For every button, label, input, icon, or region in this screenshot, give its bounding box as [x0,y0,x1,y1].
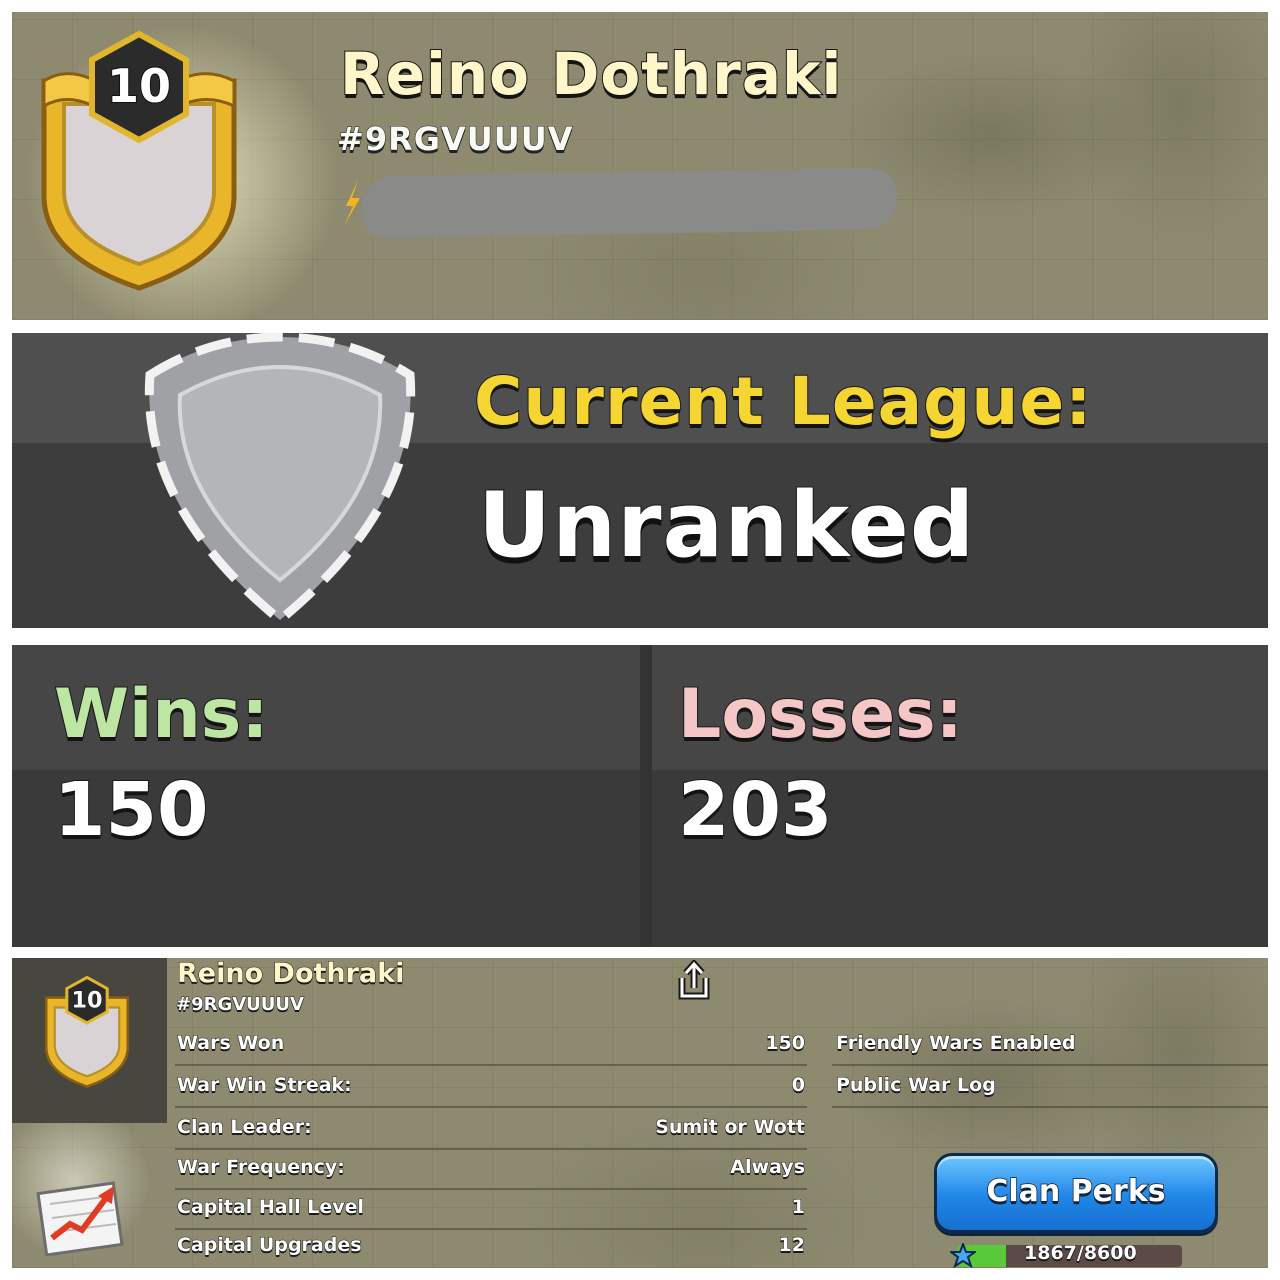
setting-label: Public War Log [836,1074,997,1097]
clan-name-title: Reino Dothraki [339,39,843,109]
detail-value: 1 [791,1196,805,1219]
share-icon[interactable] [676,960,712,1000]
detail-label: Capital Hall Level [176,1196,365,1219]
spark-icon [344,180,360,226]
league-title: Current League: [473,362,1093,441]
clan-badge-icon: 10 [41,30,237,291]
clan-tag-small: #9RGVUUUV [176,994,305,1016]
detail-label: Wars Won [176,1032,285,1055]
detail-value: Sumit or Wott [655,1116,806,1139]
chart-icon[interactable] [36,1174,128,1256]
clan-perks-button[interactable]: Clan Perks [934,1153,1218,1233]
losses-label: Losses: [677,674,964,755]
detail-value: 12 [778,1234,805,1257]
setting-row: Public War Log [832,1066,1268,1108]
xp-icon [950,1243,976,1268]
clan-level-text: 10 [107,59,171,113]
wins-label: Wins: [53,674,269,755]
setting-row: Friendly Wars Enabled [832,1024,1268,1066]
losses-stat: Losses: 203 [652,645,1268,947]
detail-row: War Frequency: Always [175,1148,807,1190]
setting-label: Friendly Wars Enabled [836,1032,1076,1055]
detail-row: War Win Streak: 0 [175,1066,807,1108]
detail-row: Wars Won 150 [175,1024,807,1066]
detail-label: Capital Upgrades [177,1234,363,1257]
league-shield-icon [144,333,416,626]
detail-value: 150 [765,1032,806,1055]
clan-header-panel: 10 Reino Dothraki #9RGVUUUV [12,12,1268,320]
clan-name-small: Reino Dothraki [176,958,405,990]
league-value: Unranked [477,472,976,579]
clan-details-panel: 10 Reino Dothraki #9RGVUUUV Wars Won 150… [12,958,1268,1268]
wins-stat: Wins: 150 [12,645,640,947]
clan-level-small-text: 10 [71,988,102,1014]
clan-xp-text: 1867/8600 [1024,1242,1138,1265]
detail-label: War Win Streak: [177,1074,353,1097]
wins-value: 150 [53,766,209,854]
redacted-description [361,167,898,239]
clan-perks-label: Clan Perks [986,1173,1167,1210]
clan-tag: #9RGVUUUV [336,120,574,159]
detail-row: Capital Hall Level 1 [175,1188,807,1230]
detail-row: Capital Upgrades 12 [175,1226,807,1266]
detail-value: 0 [791,1074,805,1097]
detail-row: Clan Leader: Sumit or Wott [175,1108,807,1150]
detail-value: Always [730,1156,806,1179]
losses-value: 203 [677,766,833,854]
detail-label: War Frequency: [177,1156,346,1179]
war-record-panel: Wins: 150 Losses: 203 [12,645,1268,947]
clan-badge-small-icon: 10 [44,975,130,1088]
detail-label: Clan Leader: [177,1116,313,1139]
league-panel: Current League: Unranked [12,333,1268,628]
